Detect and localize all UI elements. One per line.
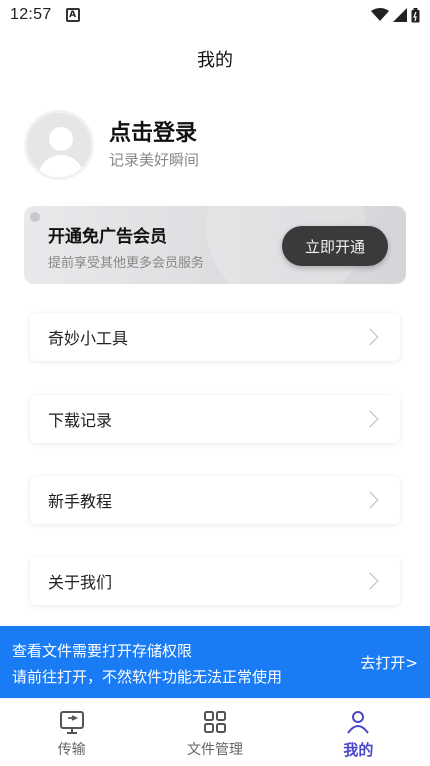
avatar-body-shape [38,155,84,177]
tab-label: 我的 [343,741,374,759]
chevron-right-icon [361,328,379,346]
permission-line2: 请前往打开，不然软件功能无法正常使用 [12,668,283,686]
permission-line1: 查看文件需要打开存储权限 [12,642,193,660]
permission-open-button[interactable]: 去打开> [360,652,418,673]
avatar-head-shape [49,127,73,151]
status-icons [371,7,420,23]
menu-item-label: 关于我们 [48,573,113,592]
login-subtitle: 记录美好瞬间 [109,151,200,169]
profile-text: 点击登录 记录美好瞬间 [109,119,199,171]
chevron-right-icon [361,491,379,509]
permission-banner[interactable]: 查看文件需要打开存储权限 请前往打开，不然软件功能无法正常使用 去打开> [0,626,430,698]
tab-label: 文件管理 [186,742,243,758]
menu-item-tools[interactable]: 奇妙小工具 [30,313,400,361]
transfer-icon [59,711,84,734]
tab-mine[interactable]: 我的 [287,699,430,766]
vip-card[interactable]: 开通免广告会员 提前享受其他更多会员服务 立即开通 [24,206,406,284]
chevron-right-icon [361,410,379,428]
menu-item-label: 奇妙小工具 [48,329,129,348]
avatar[interactable] [24,110,94,180]
signal-icon [393,8,407,22]
status-time: 12:57 [10,6,52,23]
profile-section[interactable]: 点击登录 记录美好瞬间 [24,110,199,180]
status-bar: 12:57 A [0,0,430,30]
wifi-icon [371,8,389,21]
login-title[interactable]: 点击登录 [109,119,199,149]
vip-subtitle: 提前享受其他更多会员服务 [48,256,205,271]
menu-item-tutorial[interactable]: 新手教程 [30,476,400,524]
menu-item-downloads[interactable]: 下载记录 [30,395,400,443]
menu-item-label: 新手教程 [48,492,113,511]
chevron-right-icon [361,572,379,590]
grid-icon [203,711,226,733]
vip-title: 开通免广告会员 [48,227,167,247]
menu-item-label: 下载记录 [48,411,113,430]
tab-label: 传输 [57,742,86,758]
tab-file-manager[interactable]: 文件管理 [143,699,286,766]
battery-icon [411,7,420,22]
person-icon [347,711,370,734]
tab-transfer[interactable]: 传输 [0,699,143,766]
notification-icon: A [65,8,80,22]
vip-open-button[interactable]: 立即开通 [282,226,388,266]
page-title: 我的 [197,50,233,71]
vip-dot-decoration [30,212,40,222]
menu-item-about[interactable]: 关于我们 [30,557,400,605]
bottom-tabbar: 传输 文件管理 我的 [0,698,430,766]
